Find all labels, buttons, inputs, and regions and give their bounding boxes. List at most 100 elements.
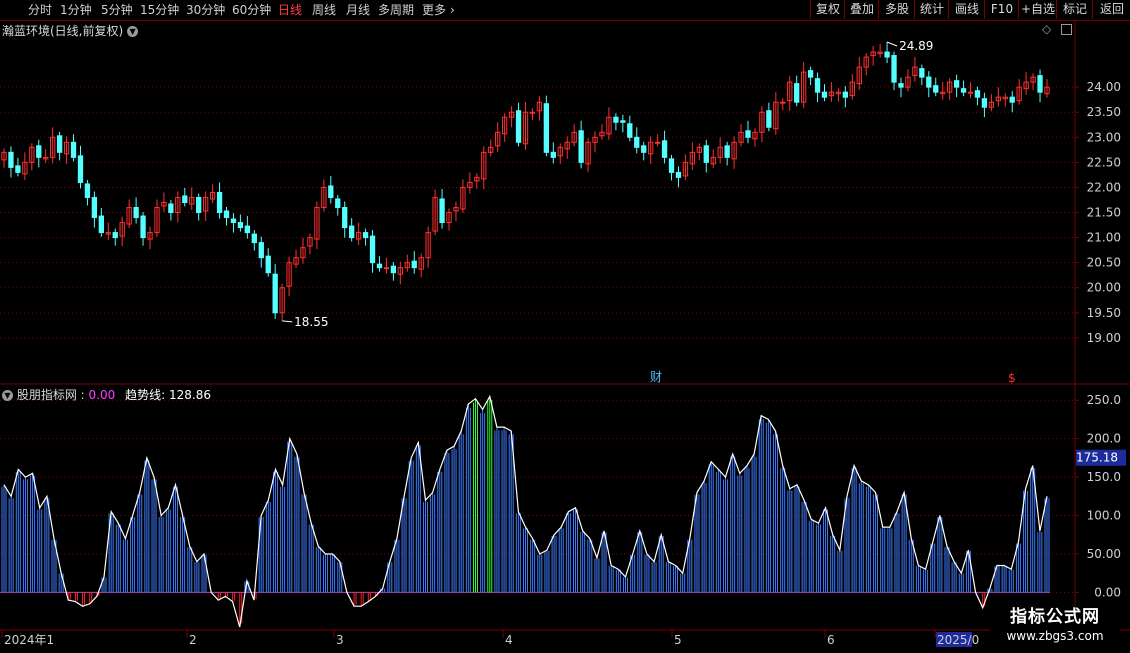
high-pointer [886, 41, 898, 47]
candle-body[interactable] [780, 101, 786, 104]
candle-body[interactable] [981, 98, 988, 108]
period-tab-5[interactable]: 60分钟 [232, 1, 271, 19]
candle-body[interactable] [258, 242, 264, 259]
candle-body[interactable] [1037, 75, 1043, 93]
candle-body[interactable] [77, 155, 84, 183]
candle-body[interactable] [919, 68, 925, 78]
period-tab-1[interactable]: 1分钟 [60, 1, 92, 19]
candle-body[interactable] [15, 165, 21, 173]
candle-body[interactable] [974, 90, 981, 98]
candle-body[interactable] [613, 116, 619, 123]
main-chart-title[interactable]: 瀚蓝环境(日线,前复权) [2, 24, 123, 38]
chevron-down-circle-icon[interactable]: ▼ [2, 390, 13, 401]
period-tab-8[interactable]: 月线 [346, 1, 370, 19]
candle-body[interactable] [794, 83, 800, 103]
candle-body[interactable] [265, 255, 271, 274]
period-tab-0[interactable]: 分时 [28, 1, 52, 19]
candle-body[interactable] [349, 225, 355, 239]
candle-body[interactable] [376, 263, 383, 269]
period-tab-7[interactable]: 周线 [312, 1, 336, 19]
candle-body[interactable] [230, 218, 237, 224]
toolbar-button-0[interactable]: 复权 [810, 0, 845, 19]
candle-body[interactable] [529, 111, 536, 114]
candle-body[interactable] [668, 158, 675, 173]
candle-body[interactable] [620, 120, 626, 123]
candle-body[interactable] [369, 235, 376, 264]
candle-body[interactable] [390, 265, 397, 274]
toolbar-button-3[interactable]: 统计 [914, 0, 949, 19]
candle-body[interactable] [634, 136, 640, 148]
candle-body[interactable] [821, 91, 828, 98]
candle-body[interactable] [766, 110, 772, 128]
candle-body[interactable] [578, 130, 584, 163]
candle-body[interactable] [91, 196, 98, 219]
period-tab-4[interactable]: 30分钟 [186, 1, 225, 19]
toolbar-button-1[interactable]: 叠加 [844, 0, 879, 19]
candle-body[interactable] [362, 232, 369, 239]
diamond-icon[interactable]: ◇ [1042, 22, 1051, 36]
candle-body[interactable] [56, 135, 63, 153]
candle-body[interactable] [814, 78, 821, 93]
candle-body[interactable] [745, 130, 751, 138]
candle-body[interactable] [703, 145, 709, 163]
candle-body[interactable] [223, 210, 230, 219]
candle-body[interactable] [842, 91, 849, 98]
window-icon[interactable] [1061, 24, 1073, 35]
toolbar-button-6[interactable]: +自选 [1018, 0, 1057, 19]
candle-body[interactable] [891, 55, 897, 83]
candle-body[interactable] [898, 83, 904, 88]
candle-body[interactable] [884, 51, 890, 58]
candle-body[interactable] [515, 110, 522, 143]
period-tab-3[interactable]: 15分钟 [140, 1, 179, 19]
period-tab-2[interactable]: 5分钟 [101, 1, 133, 19]
candle-body[interactable] [439, 198, 445, 224]
candle-body[interactable] [133, 207, 139, 219]
toolbar-button-5[interactable]: F10 [984, 0, 1019, 19]
candle-body[interactable] [641, 145, 647, 153]
toolbar-button-7[interactable]: 标记 [1056, 0, 1093, 19]
indicator-name[interactable]: 股朋指标网 [17, 388, 77, 402]
candle-body[interactable] [70, 141, 77, 158]
candle-body[interactable] [953, 80, 960, 88]
chevron-right-icon[interactable]: › [450, 1, 455, 19]
candle-body[interactable] [661, 140, 668, 158]
candle-body[interactable] [675, 171, 682, 178]
candle-body[interactable] [724, 145, 730, 158]
candle-body[interactable] [272, 273, 278, 314]
candle-body[interactable] [1009, 96, 1015, 103]
candle-body[interactable] [237, 222, 244, 229]
candle-body[interactable] [926, 76, 932, 88]
candle-body[interactable] [411, 260, 417, 269]
candle-body[interactable] [182, 195, 188, 203]
candle-body[interactable] [960, 88, 967, 93]
toolbar-button-4[interactable]: 画线 [948, 0, 985, 19]
candle-body[interactable] [967, 91, 974, 94]
toolbar-button-8[interactable]: 返回 [1092, 0, 1130, 19]
candle-body[interactable] [140, 215, 146, 239]
candle-body[interactable] [807, 70, 814, 78]
candle-body[interactable] [933, 85, 939, 93]
candle-body[interactable] [328, 185, 334, 198]
candle-body[interactable] [168, 203, 174, 214]
candle-body[interactable] [543, 103, 550, 153]
candle-body[interactable] [654, 141, 661, 144]
candle-body[interactable] [342, 207, 348, 229]
candle-body[interactable] [216, 191, 223, 214]
candle-body[interactable] [112, 232, 118, 239]
candle-body[interactable] [244, 225, 251, 234]
candle-body[interactable] [550, 151, 556, 158]
period-tab-9[interactable]: 多周期 [378, 1, 414, 19]
chevron-down-circle-icon[interactable]: ▼ [127, 26, 139, 37]
candle-body[interactable] [36, 145, 42, 158]
period-tab-10[interactable]: 更多 [422, 1, 446, 19]
candle-body[interactable] [8, 151, 14, 168]
candle-body[interactable] [627, 123, 633, 138]
toolbar-button-2[interactable]: 多股 [878, 0, 915, 19]
candle-body[interactable] [251, 233, 257, 244]
candle-body[interactable] [383, 267, 390, 270]
period-tab-6[interactable]: 日线 [278, 1, 302, 19]
candle-body[interactable] [84, 183, 91, 198]
candle-body[interactable] [335, 198, 341, 209]
candle-body[interactable] [98, 215, 105, 234]
candle-body[interactable] [196, 196, 202, 214]
